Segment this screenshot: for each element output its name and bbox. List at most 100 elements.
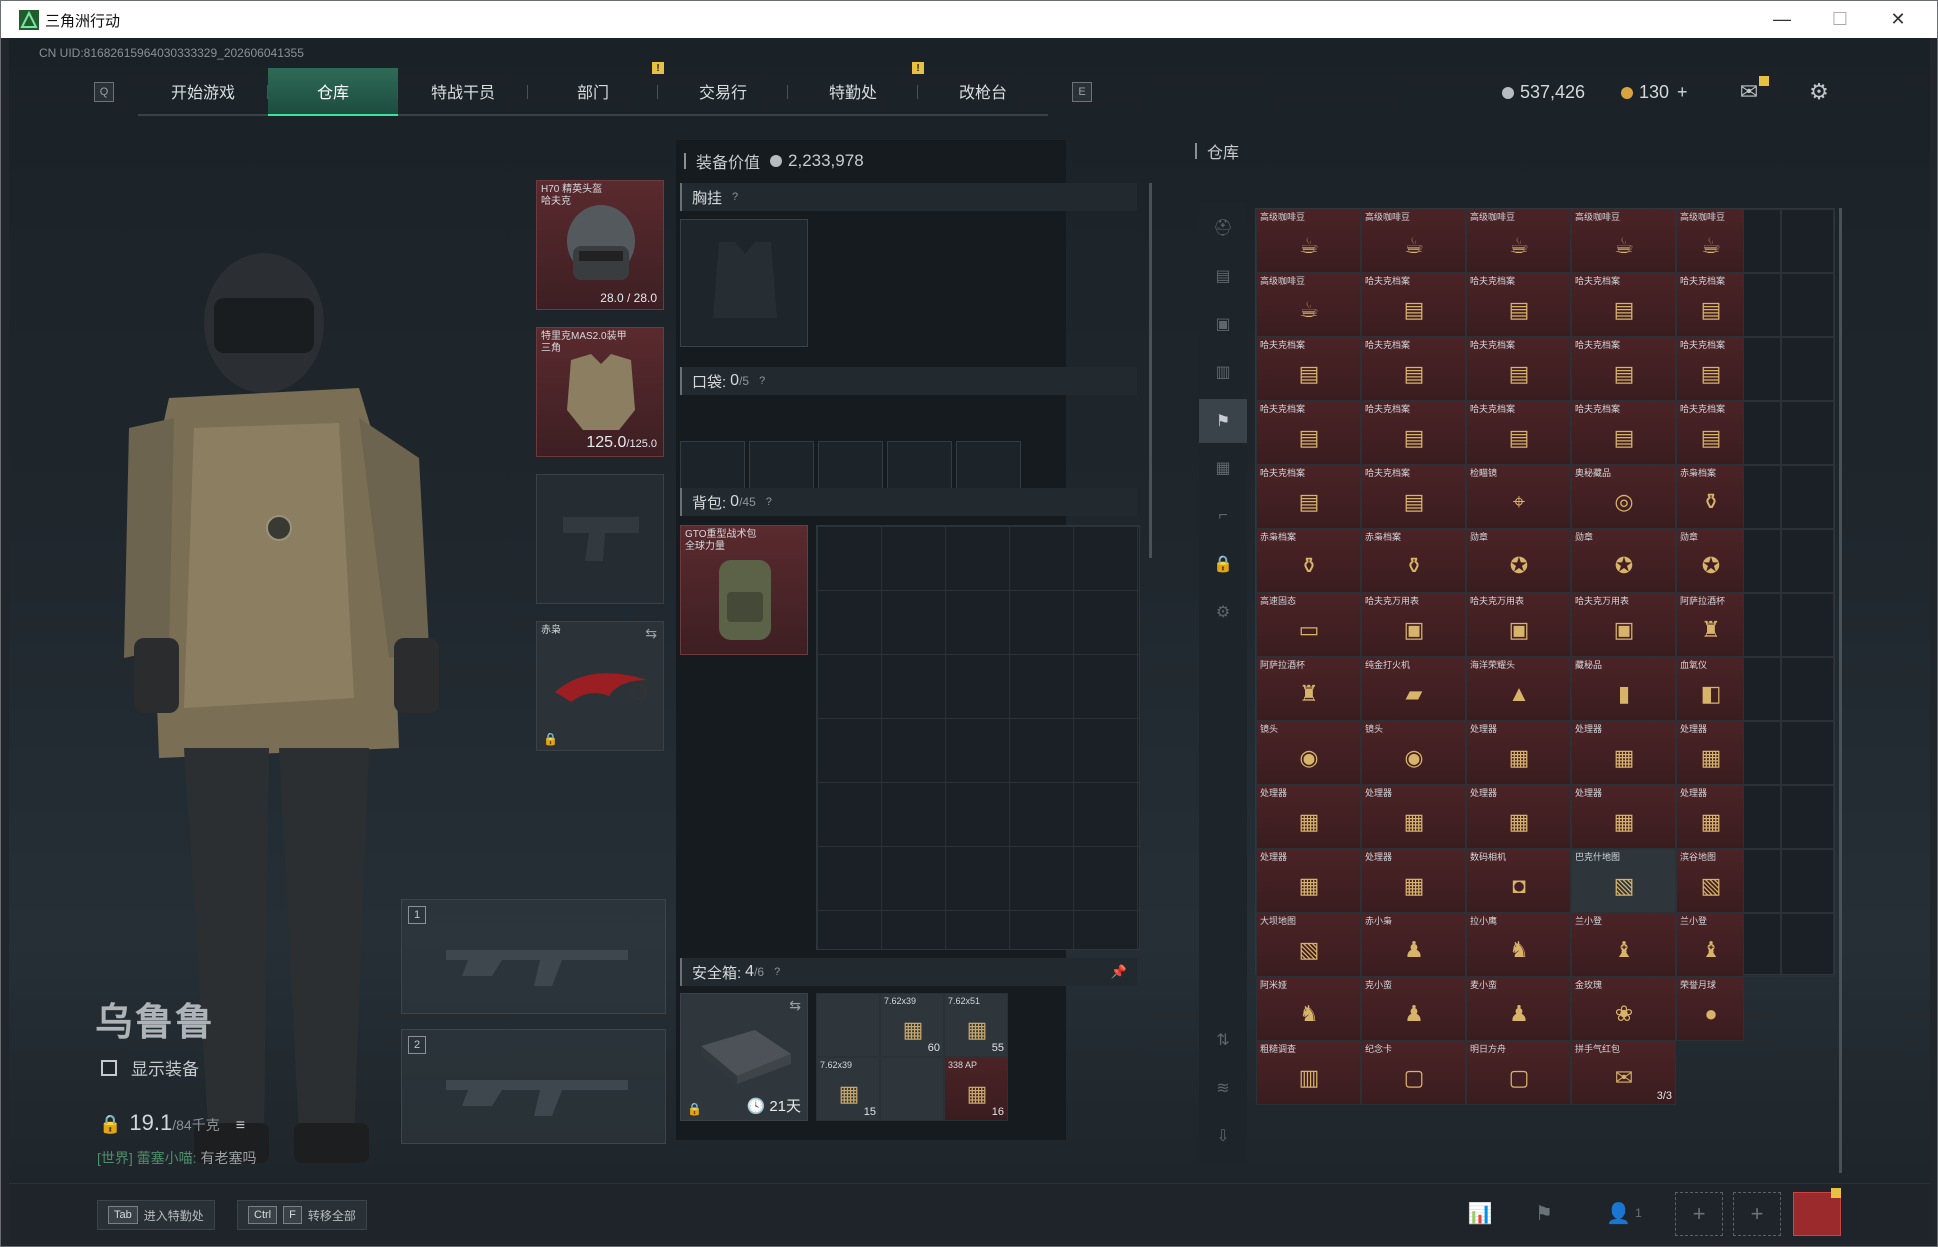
stash-item[interactable]: 勋章 ✪ [1466, 529, 1571, 593]
safebox-help-icon[interactable]: ? [774, 966, 780, 978]
tab-2[interactable]: 特战干员 [398, 68, 528, 116]
stash-item[interactable]: 拉小鹰 ♞ [1466, 913, 1571, 977]
stash-item[interactable]: 哈夫克档案 ▤ [1466, 337, 1571, 401]
stash-item[interactable]: 大坝地图 ▧ [1256, 913, 1361, 977]
stash-item[interactable]: 赤枭档案 ⚱ [1256, 529, 1361, 593]
stash-scrollbar[interactable] [1839, 208, 1842, 1173]
safebox-empty-cell[interactable] [816, 993, 880, 1057]
stash-empty-cell[interactable] [1781, 209, 1834, 273]
stash-empty-cell[interactable] [1781, 849, 1834, 913]
stash-item[interactable]: 阿米娅 ♞ [1256, 977, 1361, 1041]
ammo-item[interactable]: 7.62x39 ▦ 15 [816, 1057, 880, 1121]
stash-item[interactable]: 高级咖啡豆 ☕ [1571, 209, 1676, 273]
stash-item[interactable]: 哈夫克档案 ▤ [1256, 465, 1361, 529]
stash-empty-cell[interactable] [1781, 913, 1834, 977]
stash-item[interactable]: 哈夫克档案 ▤ [1571, 401, 1676, 465]
stash-item[interactable]: 检瞄镜 ⌖ [1466, 465, 1571, 529]
category-weapons-icon[interactable]: ⌐ [1208, 501, 1238, 531]
nav-next-key[interactable]: E [1072, 82, 1092, 102]
stash-item[interactable]: 兰小登 ♝ [1571, 913, 1676, 977]
stash-empty-cell[interactable] [1781, 529, 1834, 593]
stash-item[interactable]: 巴克什地图 ▧ [1571, 849, 1676, 913]
stash-item[interactable]: 哈夫克档案 ▤ [1361, 465, 1466, 529]
stash-empty-cell[interactable] [1781, 657, 1834, 721]
category-armor-icon[interactable]: ▤ [1208, 261, 1238, 291]
stash-item[interactable]: 镜头 ◉ [1361, 721, 1466, 785]
nav-prev-key[interactable]: Q [94, 82, 114, 102]
stash-item[interactable]: 高级咖啡豆 ☕ [1676, 209, 1744, 273]
stash-item[interactable]: 哈夫克档案 ▤ [1571, 273, 1676, 337]
enter-workshop-hint[interactable]: Tab 进入特勤处 [97, 1200, 215, 1230]
backpack-help-icon[interactable]: ? [766, 496, 772, 508]
stash-item[interactable]: 赤枭档案 ⚱ [1361, 529, 1466, 593]
pistol-slot[interactable] [536, 474, 664, 604]
stash-item[interactable]: 哈夫克档案 ▤ [1466, 401, 1571, 465]
flag-icon[interactable]: ⚑ [1527, 1196, 1561, 1230]
primary-weapon-slot-1[interactable]: 1 [401, 899, 666, 1014]
stash-item[interactable]: 克小蛮 ♟ [1361, 977, 1466, 1041]
stash-item[interactable]: 阿萨拉酒杯 ♜ [1256, 657, 1361, 721]
stash-item[interactable]: 奥秘藏品 ◎ [1571, 465, 1676, 529]
stash-item[interactable]: 处理器 ▦ [1256, 849, 1361, 913]
chest-rig-slot[interactable] [680, 219, 808, 347]
chest-help-icon[interactable]: ? [732, 191, 738, 203]
stash-item[interactable]: 荣誉月球 ● [1676, 977, 1744, 1041]
safebox-empty-cell[interactable] [880, 1057, 944, 1121]
pin-icon[interactable]: 📌 [1111, 964, 1127, 980]
stash-item[interactable]: 海洋荣耀头 ▲ [1466, 657, 1571, 721]
stash-item[interactable]: 麦小蛮 ♟ [1466, 977, 1571, 1041]
stash-item[interactable]: 哈夫克万用表 ▣ [1466, 593, 1571, 657]
stash-empty-cell[interactable] [1781, 465, 1834, 529]
stash-item[interactable]: 勋章 ✪ [1676, 529, 1744, 593]
tab-6[interactable]: 改枪台 [918, 68, 1048, 116]
stash-item[interactable]: 藏秘品 ▮ [1571, 657, 1676, 721]
close-button[interactable]: ✕ [1869, 1, 1927, 38]
helmet-slot[interactable]: H70 精英头盔 哈夫克 28.0 / 28.0 [536, 180, 664, 310]
stash-item[interactable]: 血氧仪 ◧ [1676, 657, 1744, 721]
stash-item[interactable]: 粗糙调查 ▥ [1256, 1041, 1361, 1105]
squad-icon[interactable]: 👤 1 [1599, 1196, 1649, 1230]
stash-item[interactable]: 哈夫克档案 ▤ [1571, 337, 1676, 401]
stash-item[interactable]: 高速固态 ▭ [1256, 593, 1361, 657]
stash-item[interactable]: 处理器 ▦ [1361, 785, 1466, 849]
stash-item[interactable]: 处理器 ▦ [1676, 721, 1744, 785]
tab-4[interactable]: 交易行 [658, 68, 788, 116]
category-tier4-icon[interactable]: ▣ [1208, 309, 1238, 339]
swap-icon[interactable]: ⇆ [789, 997, 801, 1014]
category-settings-icon[interactable]: ⚙ [1208, 597, 1238, 627]
add-coupon-button[interactable]: + [1677, 82, 1688, 103]
stash-item[interactable]: 哈夫克档案 ▤ [1676, 401, 1744, 465]
ammo-item[interactable]: 7.62x39 ▦ 60 [880, 993, 944, 1057]
category-tier5-icon[interactable]: ▥ [1208, 357, 1238, 387]
safebox-grid[interactable]: 7.62x39 ▦ 60 7.62x51 ▦ 55 7.62x39 ▦ 15 338 AP ▦ 16 [816, 993, 1016, 1121]
world-chat-line[interactable]: [世界] 蕾塞小喵: 有老塞吗 [97, 1148, 256, 1168]
stash-item[interactable]: 处理器 ▦ [1361, 849, 1466, 913]
stash-item[interactable]: 哈夫克档案 ▤ [1676, 273, 1744, 337]
invite-slot-2[interactable]: + [1733, 1192, 1781, 1236]
stash-item[interactable]: 哈夫克档案 ▤ [1466, 273, 1571, 337]
category-all-icon[interactable]: ⚑ [1199, 399, 1247, 443]
backpack-grid[interactable] [816, 525, 1140, 950]
stash-empty-cell[interactable] [1781, 273, 1834, 337]
stash-sort-icon[interactable]: ⇅ [1208, 1025, 1238, 1055]
stash-item[interactable]: 阿萨拉酒杯 ♜ [1676, 593, 1744, 657]
list-icon[interactable]: ≡ [236, 1117, 245, 1135]
stash-empty-cell[interactable] [1781, 337, 1834, 401]
ammo-item[interactable]: 7.62x51 ▦ 55 [944, 993, 1008, 1057]
safebox-slot[interactable]: ⇆ 🔒 🕓 21天 [680, 993, 808, 1121]
tab-0[interactable]: 开始游戏 [138, 68, 268, 116]
backpack-slot[interactable]: GTO重型战术包 全球力量 [680, 525, 808, 655]
stash-deposit-icon[interactable]: ⇩ [1208, 1121, 1238, 1151]
stash-item[interactable]: 处理器 ▦ [1466, 785, 1571, 849]
transfer-all-hint[interactable]: Ctrl F 转移全部 [237, 1200, 367, 1230]
stash-item[interactable]: 处理器 ▦ [1676, 785, 1744, 849]
stash-empty-cell[interactable] [1781, 593, 1834, 657]
show-equipment-toggle[interactable]: 显示装备 [101, 1055, 199, 1080]
stash-item[interactable]: 哈夫克档案 ▤ [1361, 337, 1466, 401]
stash-item[interactable]: 处理器 ▦ [1571, 785, 1676, 849]
tab-3[interactable]: 部门! [528, 62, 664, 116]
stash-item[interactable]: 哈夫克档案 ▤ [1256, 401, 1361, 465]
invite-slot-1[interactable]: + [1675, 1192, 1723, 1236]
stash-item[interactable]: 高级咖啡豆 ☕ [1466, 209, 1571, 273]
category-locked-icon[interactable]: 🔒 [1208, 549, 1238, 579]
